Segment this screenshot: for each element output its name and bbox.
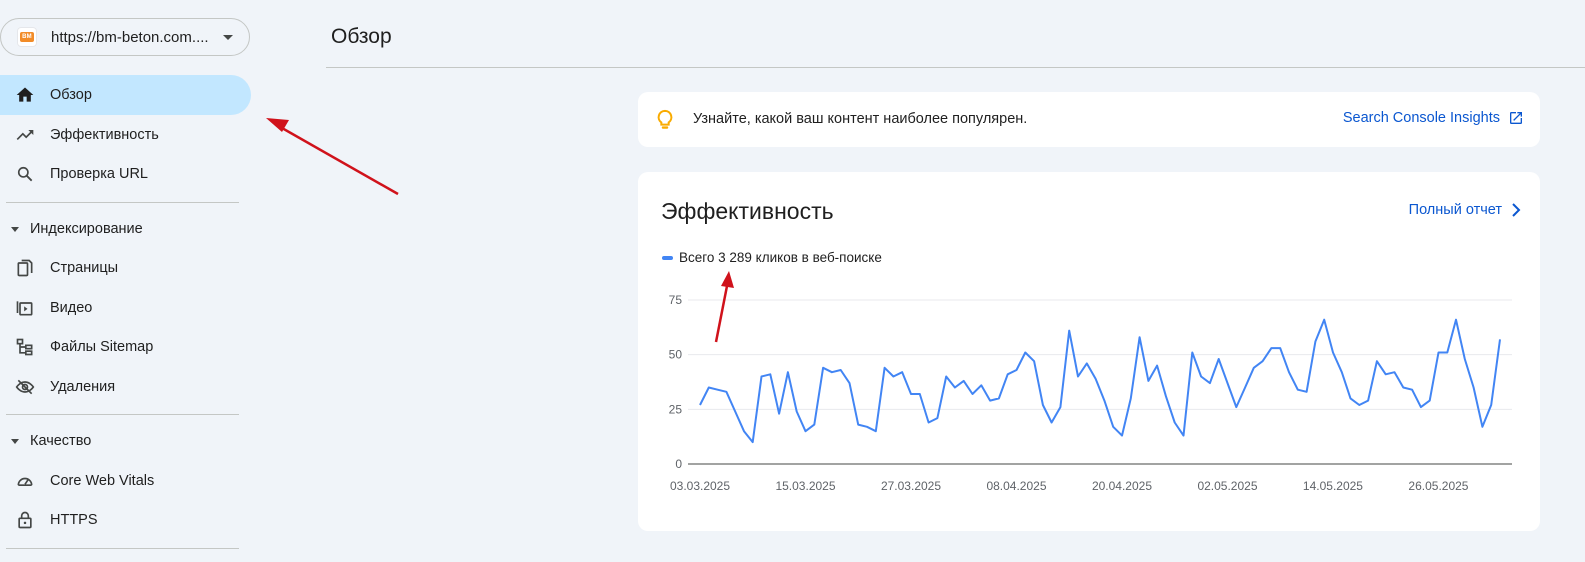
x-tick-label: 26.05.2025: [1408, 479, 1468, 493]
y-tick-label: 75: [669, 293, 683, 307]
x-tick-label: 03.03.2025: [670, 479, 730, 493]
clicks-line-chart[interactable]: 0 25 50 75 03.03.2025 15.03.2025 27.03.2025 08.…: [0, 0, 1585, 562]
x-tick-label: 27.03.2025: [881, 479, 941, 493]
x-tick-label: 20.04.2025: [1092, 479, 1152, 493]
x-tick-label: 15.03.2025: [775, 479, 835, 493]
x-tick-label: 02.05.2025: [1197, 479, 1257, 493]
x-tick-label: 08.04.2025: [986, 479, 1046, 493]
x-tick-label: 14.05.2025: [1303, 479, 1363, 493]
y-tick-label: 0: [675, 457, 682, 471]
y-tick-label: 50: [669, 348, 683, 362]
clicks-series-line[interactable]: [699, 318, 1501, 444]
y-tick-label: 25: [669, 402, 683, 416]
